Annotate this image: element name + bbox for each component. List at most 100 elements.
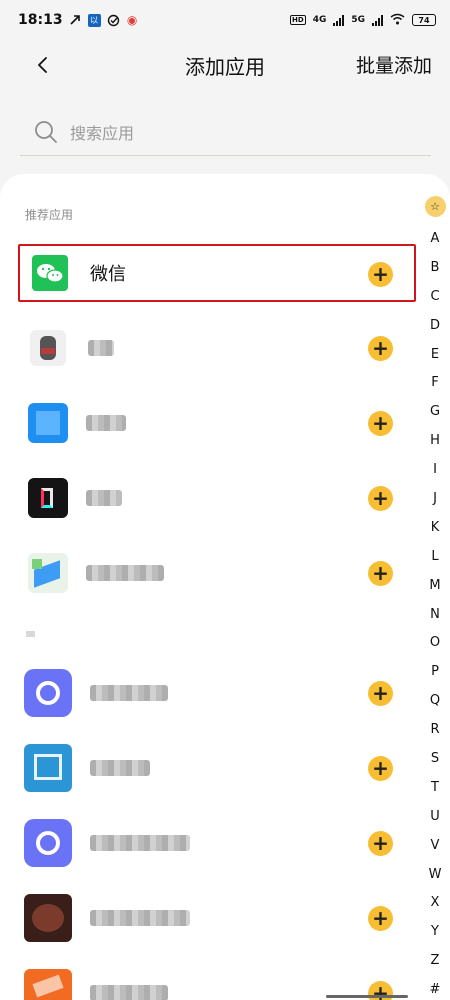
app-row[interactable]: + — [18, 815, 416, 871]
app-name-blurred — [86, 565, 164, 581]
map-app-icon — [28, 553, 68, 593]
index-letter[interactable]: T — [431, 774, 439, 803]
search-icon — [34, 120, 58, 144]
app-name-blurred — [90, 910, 190, 926]
add-button[interactable]: + — [368, 831, 393, 856]
index-letter[interactable]: V — [431, 832, 440, 861]
index-letter[interactable]: M — [429, 572, 440, 601]
index-letter[interactable]: # — [430, 976, 441, 1000]
alphabet-index-bar[interactable]: ☆ A B C D E F G H I J K L M N O P Q R S … — [421, 196, 449, 1000]
index-letter[interactable]: L — [431, 543, 438, 572]
batch-add-button[interactable]: 批量添加 — [356, 51, 432, 78]
signal-5g-icon — [372, 14, 383, 26]
dark-app-icon — [24, 894, 72, 942]
search-placeholder: 搜索应用 — [70, 123, 135, 143]
index-letter[interactable]: D — [430, 312, 440, 341]
add-button[interactable]: + — [368, 906, 393, 931]
signal-arrow-icon — [69, 14, 82, 27]
status-right: HD 4G 5G 74 — [290, 13, 436, 28]
plus-icon: + — [372, 905, 389, 930]
index-star[interactable]: ☆ — [424, 196, 446, 217]
status-left: 18:13 以 ◉ — [18, 12, 139, 28]
app-row[interactable]: + — [18, 545, 416, 601]
nav-bar: 添加应用 批量添加 — [0, 40, 450, 90]
signal-4g-icon — [333, 14, 345, 26]
add-button[interactable]: + — [368, 681, 393, 706]
app-name: 微信 — [90, 264, 126, 285]
plus-icon: + — [372, 755, 389, 780]
add-button[interactable]: + — [368, 756, 393, 781]
index-letter[interactable]: K — [431, 514, 440, 543]
weibo-icon: ◉ — [126, 13, 138, 27]
index-letter[interactable]: A — [431, 225, 440, 254]
plus-icon: + — [372, 680, 389, 705]
index-letter[interactable]: Y — [431, 918, 439, 947]
index-letter[interactable]: E — [431, 341, 439, 370]
separator-dot — [26, 631, 35, 637]
app-name-blurred — [86, 415, 126, 431]
index-letter[interactable]: I — [433, 456, 437, 485]
search-input[interactable]: 搜索应用 — [20, 108, 431, 156]
index-letter[interactable]: S — [431, 745, 439, 774]
app-name-blurred — [90, 985, 168, 1000]
home-indicator[interactable] — [326, 995, 408, 998]
notification-app-icon: 以 — [87, 13, 101, 27]
app-row-wechat[interactable]: 微信 + — [18, 244, 416, 302]
index-letter[interactable]: R — [430, 716, 439, 745]
qq-icon — [30, 330, 66, 366]
index-letter[interactable]: Q — [430, 687, 440, 716]
cloud-disk-icon — [24, 669, 72, 717]
cloud-disk-icon-2 — [24, 819, 72, 867]
orange-app-icon — [24, 969, 72, 1000]
app-row[interactable]: + — [18, 320, 416, 376]
index-letter[interactable]: B — [431, 254, 440, 283]
add-button[interactable]: + — [368, 262, 393, 287]
app-list-sheet: 推荐应用 微信 + + + + + + + + + + — [0, 174, 450, 1000]
back-arrow-icon[interactable] — [32, 54, 54, 76]
net-5g-label: 5G — [351, 15, 365, 25]
net-4g-label: 4G — [312, 15, 327, 25]
status-bar: 18:13 以 ◉ HD 4G 5G 74 — [0, 0, 450, 40]
plus-icon: + — [372, 830, 389, 855]
index-letter[interactable]: W — [429, 861, 442, 890]
index-letter[interactable]: P — [431, 658, 439, 687]
blue-app-icon — [28, 403, 68, 443]
status-time: 18:13 — [18, 12, 63, 28]
index-letter[interactable]: U — [430, 803, 440, 832]
index-letter[interactable]: H — [430, 427, 440, 456]
app-name-blurred — [86, 490, 122, 506]
plus-icon: + — [372, 261, 389, 286]
wifi-icon — [390, 13, 405, 28]
app-row[interactable]: + — [18, 665, 416, 721]
app-row[interactable]: + — [18, 395, 416, 451]
add-button[interactable]: + — [368, 411, 393, 436]
index-letter[interactable]: F — [431, 369, 438, 398]
app-row[interactable]: + — [18, 740, 416, 796]
section-title: 推荐应用 — [25, 208, 74, 222]
index-letter[interactable]: Z — [431, 947, 440, 976]
index-letter[interactable]: O — [430, 629, 440, 658]
battery-icon: 74 — [412, 14, 436, 26]
add-button[interactable]: + — [368, 561, 393, 586]
app-name-blurred — [88, 340, 114, 356]
check-circle-icon — [107, 14, 120, 27]
app-row[interactable]: + — [18, 470, 416, 526]
add-button[interactable]: + — [368, 486, 393, 511]
hd-badge: HD — [290, 15, 306, 25]
index-letter[interactable]: C — [430, 283, 439, 312]
plus-icon: + — [372, 335, 389, 360]
plus-icon: + — [372, 410, 389, 435]
add-button[interactable]: + — [368, 336, 393, 361]
douyin-icon — [28, 478, 68, 518]
index-letter[interactable]: G — [430, 398, 440, 427]
wechat-icon — [32, 255, 68, 291]
app-row[interactable]: + — [18, 890, 416, 946]
tv-app-icon — [24, 744, 72, 792]
index-letter[interactable]: J — [433, 485, 437, 514]
index-letter[interactable]: N — [430, 601, 440, 630]
plus-icon: + — [372, 560, 389, 585]
app-name-blurred — [90, 685, 168, 701]
app-name-blurred — [90, 835, 190, 851]
index-letter[interactable]: X — [431, 889, 440, 918]
plus-icon: + — [372, 485, 389, 510]
